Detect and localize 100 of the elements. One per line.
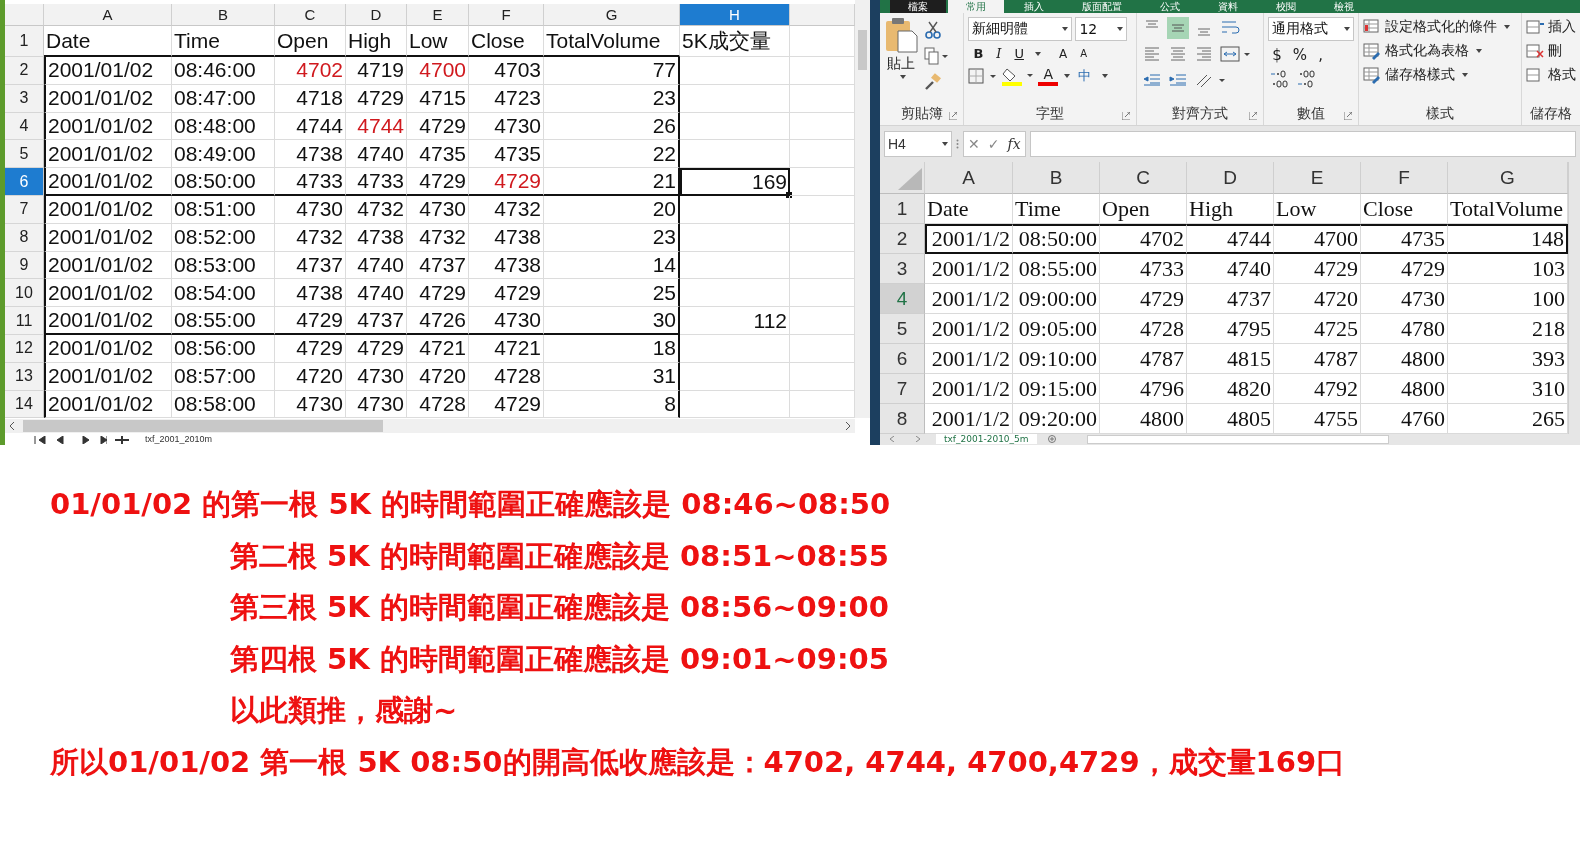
dialog-launcher-icon[interactable] bbox=[1121, 112, 1130, 120]
row-header[interactable]: 2 bbox=[880, 224, 925, 254]
row-header[interactable]: 11 bbox=[5, 307, 44, 335]
column-header[interactable]: B bbox=[1013, 162, 1100, 194]
copy-icon[interactable] bbox=[924, 47, 948, 65]
insert-function-button[interactable]: fx bbox=[1003, 136, 1025, 152]
add-sheet-icon[interactable] bbox=[115, 435, 129, 444]
delete-button[interactable]: 刪 bbox=[1526, 41, 1576, 61]
table-cell: 4729 bbox=[1361, 254, 1448, 284]
row-header[interactable]: 14 bbox=[5, 390, 44, 419]
column-header[interactable]: C bbox=[275, 4, 346, 26]
table-cell: 2001/01/02 bbox=[44, 279, 172, 308]
formula-input[interactable] bbox=[1029, 131, 1576, 157]
ribbon-tab[interactable]: 公式 bbox=[1142, 0, 1198, 13]
phonetic-guide-button[interactable]: 中 bbox=[1072, 66, 1096, 86]
italic-button[interactable]: I bbox=[991, 45, 1007, 62]
horizontal-scrollbar[interactable] bbox=[1086, 434, 1389, 444]
row-header[interactable]: 2 bbox=[5, 57, 44, 85]
horizontal-scrollbar[interactable] bbox=[5, 419, 855, 433]
row-header[interactable]: 4 bbox=[5, 112, 44, 141]
row-header[interactable]: 5 bbox=[880, 314, 925, 344]
fill-handle[interactable] bbox=[786, 192, 792, 198]
format-as-table-button[interactable]: 格式化為表格 bbox=[1363, 41, 1517, 61]
dialog-launcher-icon[interactable] bbox=[949, 112, 958, 120]
column-header[interactable]: A bbox=[925, 162, 1013, 194]
row-header[interactable]: 6 bbox=[880, 344, 925, 374]
table-cell: 20 bbox=[544, 196, 680, 224]
row-header[interactable]: 3 bbox=[5, 84, 44, 113]
row-header[interactable]: 7 bbox=[880, 374, 925, 404]
increase-font-size-button[interactable]: A bbox=[1053, 45, 1073, 62]
bold-button[interactable]: B bbox=[968, 45, 989, 62]
row-header[interactable]: 1 bbox=[880, 194, 925, 224]
dialog-launcher-icon[interactable] bbox=[1344, 112, 1353, 120]
row-header[interactable]: 3 bbox=[880, 254, 925, 284]
caret-icon[interactable] bbox=[1063, 74, 1070, 78]
number-format-dropdown[interactable]: 通用格式 bbox=[1268, 17, 1355, 41]
align-middle-icon[interactable] bbox=[1166, 17, 1189, 39]
column-header[interactable]: A bbox=[44, 4, 172, 26]
row-header[interactable]: 10 bbox=[5, 279, 44, 308]
column-header[interactable]: B bbox=[172, 4, 275, 26]
decrease-font-size-button[interactable]: A bbox=[1075, 47, 1092, 60]
cut-icon[interactable] bbox=[924, 21, 942, 39]
row-header[interactable]: 8 bbox=[5, 223, 44, 252]
row-header[interactable]: 13 bbox=[5, 362, 44, 391]
column-header[interactable]: E bbox=[407, 4, 469, 26]
column-header[interactable]: G bbox=[1448, 162, 1568, 194]
vertical-scrollbar[interactable] bbox=[855, 0, 870, 418]
font-size-dropdown[interactable]: 12 bbox=[1075, 17, 1128, 41]
row-header[interactable]: 4 bbox=[880, 284, 925, 314]
percent-button[interactable]: % bbox=[1288, 45, 1312, 65]
ribbon-tab[interactable]: 常用 bbox=[948, 0, 1004, 13]
table-cell: 393 bbox=[1448, 344, 1568, 374]
ribbon-tab[interactable]: 資料 bbox=[1200, 0, 1256, 13]
comma-button[interactable]: , bbox=[1314, 45, 1327, 65]
ribbon-tab[interactable]: 版面配置 bbox=[1064, 0, 1140, 13]
ribbon-tab[interactable]: 校閱 bbox=[1258, 0, 1314, 13]
ribbon-tab[interactable]: 檢視 bbox=[1316, 0, 1372, 13]
font-color-button[interactable]: A bbox=[1038, 66, 1058, 86]
format-button[interactable]: 格式 bbox=[1526, 65, 1576, 85]
column-header[interactable]: G bbox=[544, 4, 680, 26]
column-header[interactable]: H bbox=[680, 4, 790, 26]
row-header[interactable]: 6 bbox=[5, 168, 44, 196]
table-cell: 4733 bbox=[1100, 254, 1187, 284]
cell-styles-button[interactable]: 儲存格樣式 bbox=[1363, 65, 1517, 85]
row-header[interactable]: 7 bbox=[5, 196, 44, 224]
paste-button[interactable]: 貼上 bbox=[884, 17, 918, 103]
currency-button[interactable]: $ bbox=[1268, 45, 1286, 65]
enter-button[interactable]: ✓ bbox=[983, 136, 1004, 152]
font-name-dropdown[interactable]: 新細明體 bbox=[968, 17, 1073, 41]
grip-icon bbox=[956, 139, 959, 149]
underline-button[interactable]: U bbox=[1009, 45, 1029, 62]
column-header[interactable]: E bbox=[1274, 162, 1361, 194]
column-header[interactable]: F bbox=[1361, 162, 1448, 194]
column-header[interactable]: D bbox=[346, 4, 407, 26]
column-header[interactable]: C bbox=[1100, 162, 1187, 194]
table-cell: 4728 bbox=[407, 390, 469, 419]
row-header[interactable]: 1 bbox=[5, 26, 44, 57]
insert-button[interactable]: 插入 bbox=[1526, 17, 1576, 37]
row-header[interactable]: 9 bbox=[5, 251, 44, 280]
ribbon-tab[interactable]: 檔案 bbox=[890, 0, 946, 13]
sheet-tab[interactable]: txf_2001-2010_5m bbox=[936, 434, 1037, 444]
dialog-launcher-icon[interactable] bbox=[1249, 112, 1258, 120]
column-header[interactable]: D bbox=[1187, 162, 1274, 194]
cancel-button[interactable]: ✕ bbox=[964, 136, 984, 152]
name-box[interactable]: H4 bbox=[884, 131, 952, 157]
format-painter-icon[interactable] bbox=[924, 73, 942, 91]
caret-icon[interactable] bbox=[1101, 74, 1108, 78]
row-header[interactable]: 5 bbox=[5, 140, 44, 169]
group-label: 字型 bbox=[1036, 105, 1065, 123]
merge-cells-icon[interactable] bbox=[1218, 43, 1251, 65]
fill-color-icon[interactable] bbox=[1001, 66, 1036, 86]
caret-icon[interactable] bbox=[1034, 51, 1041, 56]
row-header[interactable]: 12 bbox=[5, 334, 44, 363]
table-cell: 4718 bbox=[275, 84, 346, 113]
table-cell: 21 bbox=[544, 168, 680, 196]
table-cell: 4740 bbox=[346, 140, 407, 169]
ribbon-tab[interactable]: 插入 bbox=[1006, 0, 1062, 13]
row-header[interactable]: 8 bbox=[880, 404, 925, 434]
conditional-formatting-button[interactable]: 設定格式化的條件 bbox=[1363, 17, 1517, 37]
column-header[interactable]: F bbox=[469, 4, 544, 26]
